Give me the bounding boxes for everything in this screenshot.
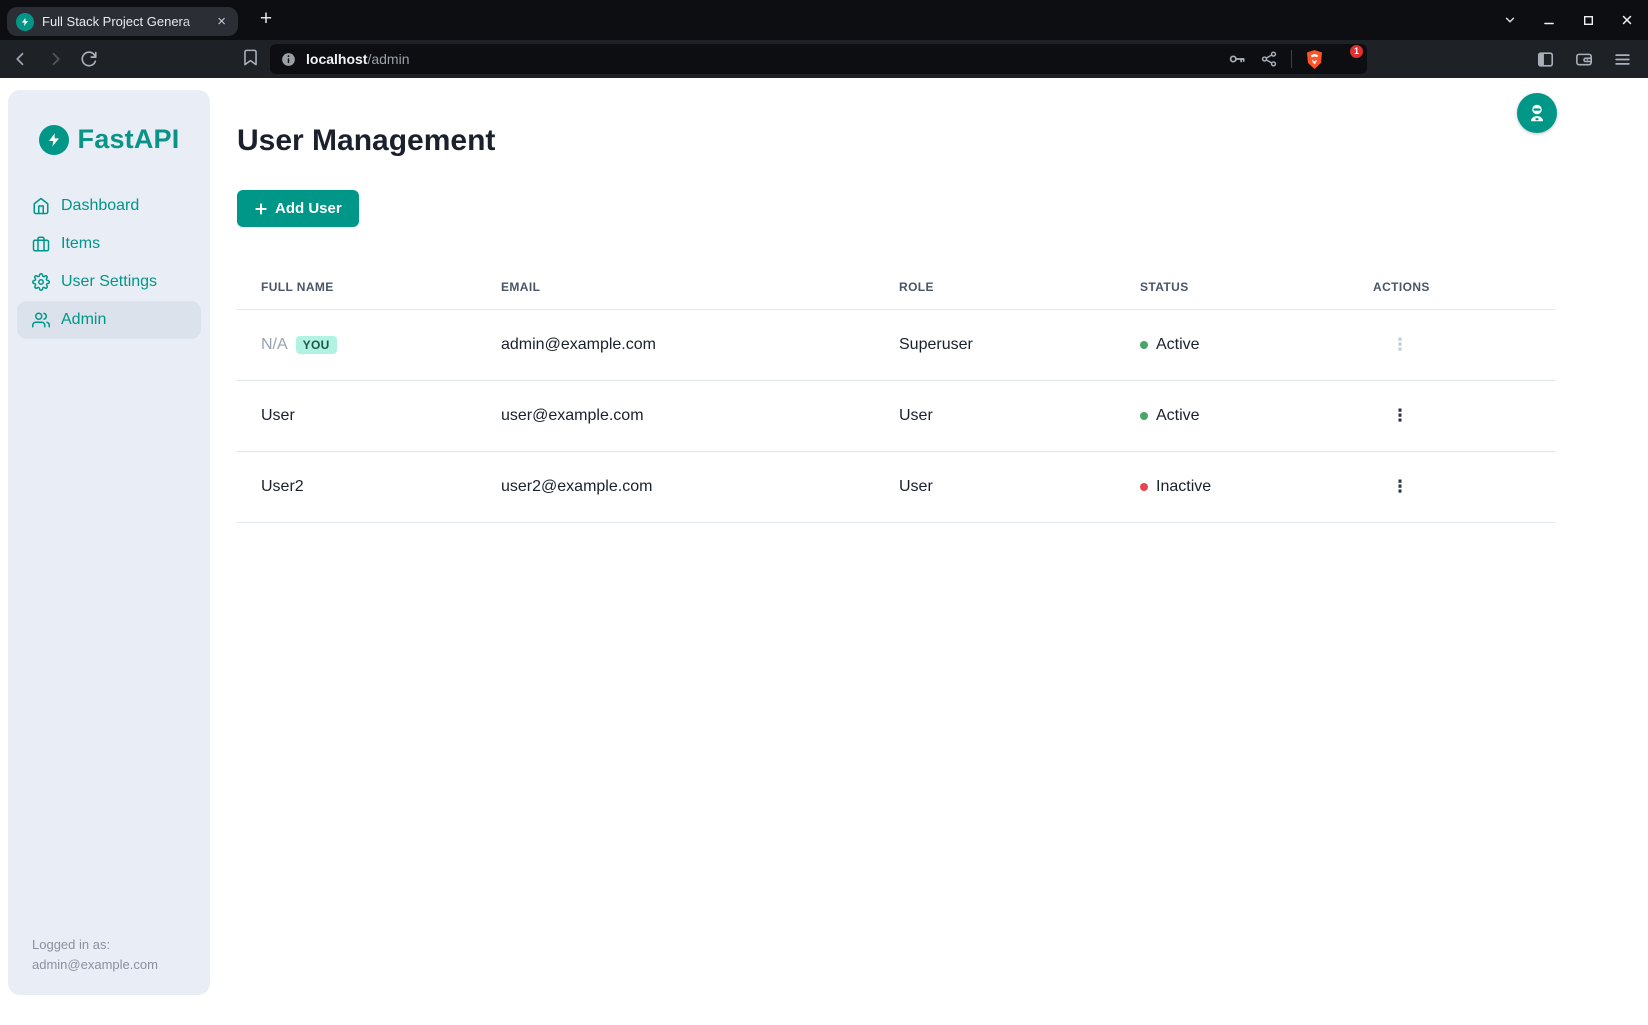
sidebar-item-label: User Settings — [61, 273, 157, 291]
share-icon[interactable] — [1260, 50, 1278, 68]
table-row: N/A YOU admin@example.com Superuser Acti… — [236, 310, 1556, 381]
sidebar-toggle-icon[interactable] — [1536, 50, 1555, 69]
rewards-count-badge: 1 — [1350, 45, 1363, 58]
status-dot — [1140, 412, 1148, 420]
logged-in-info: Logged in as: admin@example.com — [32, 935, 158, 975]
browser-titlebar: Full Stack Project Genera × + — [0, 0, 1648, 40]
column-email: Email — [501, 280, 899, 294]
you-badge: YOU — [296, 336, 337, 354]
forward-button[interactable] — [44, 48, 66, 70]
role-value: User — [899, 407, 1140, 425]
window-close-button[interactable] — [1616, 9, 1638, 31]
sidebar: FastAPI Dashboard Items User Settings — [8, 90, 210, 995]
tab-close-icon[interactable]: × — [214, 12, 229, 31]
email-value: user@example.com — [501, 407, 899, 425]
plus-icon — [254, 202, 268, 216]
row-actions-kebab-icon[interactable]: ⋮ — [1389, 474, 1411, 500]
bookmarks-icon[interactable] — [241, 48, 260, 67]
sidebar-item-dashboard[interactable]: Dashboard — [17, 187, 201, 225]
sidebar-item-user-settings[interactable]: User Settings — [17, 263, 201, 301]
column-full-name: Full Name — [261, 280, 501, 294]
full-name-value: N/A — [261, 336, 288, 354]
tab-search-chevron-icon[interactable] — [1499, 9, 1521, 31]
column-role: Role — [899, 280, 1140, 294]
fastapi-favicon-bolt-icon — [16, 13, 34, 31]
sidebar-item-admin[interactable]: Admin — [17, 301, 201, 339]
logo-text: FastAPI — [78, 124, 180, 155]
row-actions-kebab-icon[interactable]: ⋮ — [1389, 332, 1411, 358]
site-info-icon[interactable] — [280, 51, 297, 68]
users-icon — [32, 311, 50, 329]
browser-tab[interactable]: Full Stack Project Genera × — [7, 7, 238, 36]
saved-passwords-key-icon[interactable] — [1227, 49, 1247, 69]
status-value: Inactive — [1156, 478, 1211, 496]
full-name-value: User — [261, 407, 295, 425]
table-row: User user@example.com User Active ⋮ — [236, 381, 1556, 452]
column-actions: Actions — [1373, 280, 1556, 294]
users-table: Full Name Email Role Status Actions N/A … — [236, 265, 1556, 523]
add-user-label: Add User — [275, 200, 342, 217]
email-value: user2@example.com — [501, 478, 899, 496]
tab-title: Full Stack Project Genera — [42, 14, 214, 29]
new-tab-button[interactable]: + — [252, 5, 280, 33]
role-value: User — [899, 478, 1140, 496]
logged-in-label: Logged in as: — [32, 935, 158, 955]
page-title: User Management — [237, 124, 495, 158]
status-value: Active — [1156, 407, 1200, 425]
table-header-row: Full Name Email Role Status Actions — [236, 265, 1556, 310]
full-name-value: User2 — [261, 478, 304, 496]
sidebar-item-label: Items — [61, 235, 100, 253]
toolbar-divider — [1291, 50, 1292, 68]
column-status: Status — [1140, 280, 1373, 294]
url-text: localhost/admin — [306, 51, 410, 67]
status-value: Active — [1156, 336, 1200, 354]
url-address-bar[interactable]: localhost/admin 1 — [270, 44, 1367, 74]
sidebar-nav: Dashboard Items User Settings Admin — [8, 187, 210, 339]
brave-shield-icon[interactable] — [1305, 49, 1324, 70]
fastapi-logo: FastAPI — [8, 90, 210, 155]
fastapi-bolt-icon — [39, 125, 69, 155]
sidebar-item-label: Dashboard — [61, 197, 139, 215]
row-actions-kebab-icon[interactable]: ⋮ — [1389, 403, 1411, 429]
browser-toolbar: localhost/admin 1 — [0, 40, 1648, 78]
brave-rewards-icon[interactable]: 1 — [1337, 50, 1357, 68]
wallet-icon[interactable] — [1574, 50, 1594, 69]
logged-in-email: admin@example.com — [32, 955, 158, 975]
sidebar-item-label: Admin — [61, 311, 106, 329]
window-minimize-button[interactable] — [1538, 9, 1560, 31]
back-button[interactable] — [10, 48, 32, 70]
reload-button[interactable] — [78, 48, 100, 70]
app-page: FastAPI Dashboard Items User Settings — [0, 78, 1648, 1025]
menu-hamburger-icon[interactable] — [1613, 50, 1632, 69]
email-value: admin@example.com — [501, 336, 899, 354]
briefcase-icon — [32, 235, 50, 253]
role-value: Superuser — [899, 336, 1140, 354]
user-astronaut-icon — [1526, 102, 1548, 124]
status-dot — [1140, 341, 1148, 349]
gear-icon — [32, 273, 50, 291]
sidebar-item-items[interactable]: Items — [17, 225, 201, 263]
window-maximize-button[interactable] — [1577, 9, 1599, 31]
user-menu-button[interactable] — [1517, 93, 1557, 133]
table-row: User2 user2@example.com User Inactive ⋮ — [236, 452, 1556, 523]
home-icon — [32, 197, 50, 215]
status-dot — [1140, 483, 1148, 491]
add-user-button[interactable]: Add User — [237, 190, 359, 227]
